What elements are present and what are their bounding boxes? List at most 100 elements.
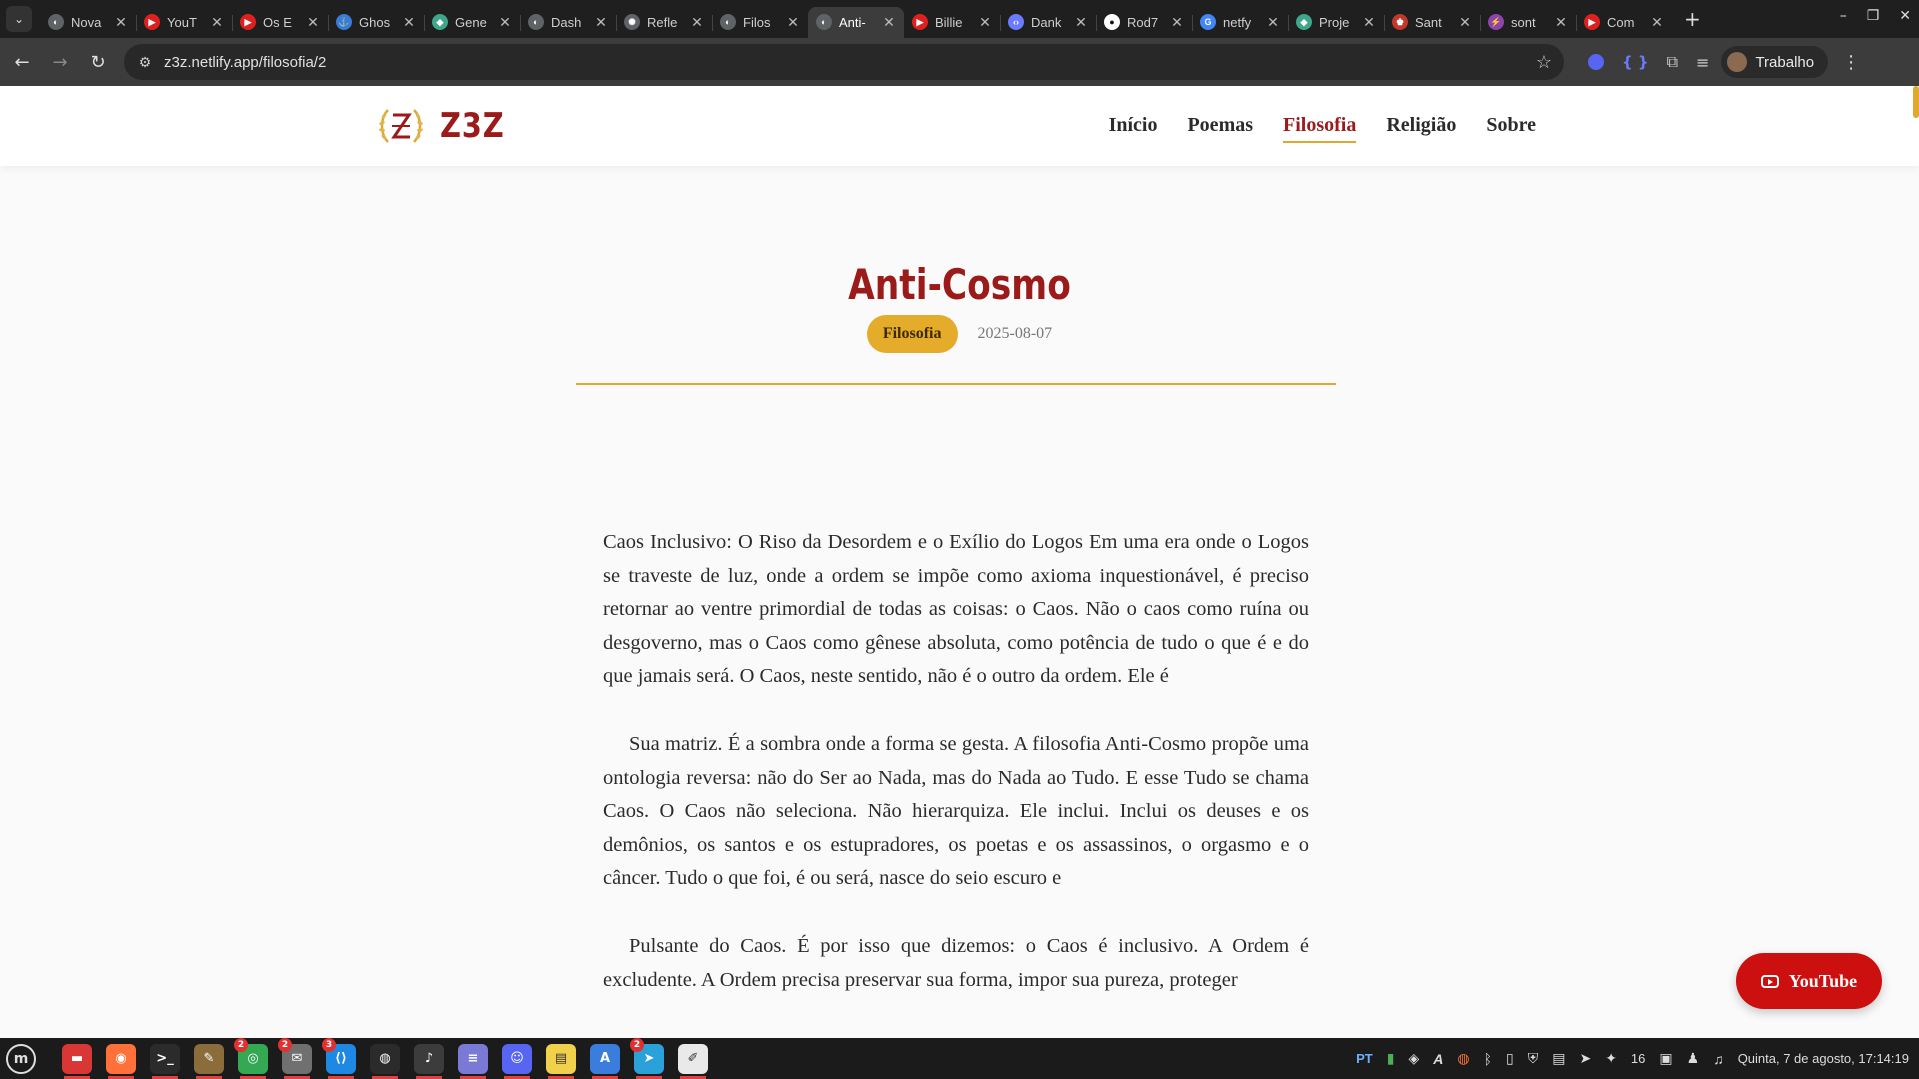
- tab-favicon-icon: ◐: [528, 14, 544, 30]
- taskbar-app-terminal-icon[interactable]: >_: [150, 1043, 180, 1079]
- tab-close-icon[interactable]: ✕: [306, 14, 320, 31]
- browser-tab[interactable]: ◐ Filos ✕: [712, 7, 808, 38]
- youtube-floating-button[interactable]: YouTube: [1736, 953, 1882, 1009]
- browser-tab[interactable]: ⚡ sont ✕: [1480, 7, 1576, 38]
- nav-link-0[interactable]: Início: [1109, 114, 1158, 143]
- tab-title: sont: [1511, 14, 1536, 30]
- tab-close-icon[interactable]: ✕: [882, 14, 896, 31]
- taskbar-app-obs-icon[interactable]: ◍: [370, 1043, 400, 1079]
- site-info-icon[interactable]: ⚙: [130, 54, 160, 71]
- reload-icon[interactable]: ↻: [82, 46, 114, 78]
- taskbar-app-discord-icon[interactable]: ☺: [502, 1043, 532, 1079]
- clock[interactable]: Quinta, 7 de agosto, 17:14:19: [1738, 1051, 1909, 1066]
- lock-icon[interactable]: ▮: [1387, 1050, 1395, 1067]
- tab-close-icon[interactable]: ✕: [1266, 14, 1280, 31]
- taskbar-app-mail-icon[interactable]: ✉ 2: [278, 1037, 312, 1079]
- site-logo-text[interactable]: Z3Z: [440, 106, 505, 146]
- url-text[interactable]: z3z.netlify.app/filosofia/2: [164, 54, 326, 71]
- media-controls-icon[interactable]: ≡: [1696, 53, 1709, 72]
- nav-link-4[interactable]: Sobre: [1486, 114, 1536, 143]
- bluetooth-icon[interactable]: ᛒ: [1484, 1051, 1492, 1067]
- taskbar-app-audio-icon[interactable]: ♪: [414, 1043, 444, 1079]
- nav-link-1[interactable]: Poemas: [1187, 114, 1253, 143]
- tab-close-icon[interactable]: ✕: [1362, 14, 1376, 31]
- bell-icon[interactable]: ♟: [1687, 1050, 1700, 1067]
- taskbar-app-telegram-icon[interactable]: ➤ 2: [630, 1037, 664, 1079]
- taskbar-app-chrome-icon[interactable]: ◎ 2: [234, 1037, 268, 1079]
- browser-tab[interactable]: ◐ Anti- ✕: [808, 6, 904, 38]
- new-tab-icon[interactable]: +: [1684, 7, 1701, 31]
- tab-favicon-icon: ‹›: [1008, 14, 1024, 30]
- browser-tab[interactable]: ⚓ Ghos ✕: [328, 7, 424, 38]
- bookmark-star-icon[interactable]: ☆: [1536, 52, 1552, 73]
- notifications-icon[interactable]: ✦: [1605, 1050, 1617, 1067]
- tab-close-icon[interactable]: ✕: [402, 14, 416, 31]
- browser-menu-icon[interactable]: ⋮: [1842, 52, 1860, 73]
- browser-tab[interactable]: ▶ Os E ✕: [232, 7, 328, 38]
- tab-close-icon[interactable]: ✕: [1650, 14, 1664, 31]
- flame-icon[interactable]: ◍: [1457, 1050, 1469, 1067]
- tab-close-icon[interactable]: ✕: [594, 14, 608, 31]
- site-logo[interactable]: Z3Z: [376, 102, 516, 150]
- browser-tab[interactable]: ‹› Dank ✕: [1000, 7, 1096, 38]
- tab-close-icon[interactable]: ✕: [1554, 14, 1568, 31]
- browser-tab[interactable]: ✺ Refle ✕: [616, 7, 712, 38]
- taskbar-app-sticky-icon[interactable]: ▤: [546, 1043, 576, 1079]
- browser-tab[interactable]: ● Rod7 ✕: [1096, 7, 1192, 38]
- browser-tab[interactable]: ▶ Com ✕: [1576, 7, 1672, 38]
- music-icon[interactable]: ♫: [1713, 1051, 1724, 1067]
- taskbar-app-fonts-icon[interactable]: A: [590, 1043, 620, 1079]
- discord-extension-icon[interactable]: [1588, 54, 1604, 70]
- tab-close-icon[interactable]: ✕: [1170, 14, 1184, 31]
- browser-tab[interactable]: ◐ Nova ✕: [40, 7, 136, 38]
- tab-search-dropdown-icon[interactable]: ⌄: [6, 6, 32, 32]
- tab-close-icon[interactable]: ✕: [786, 14, 800, 31]
- tab-close-icon[interactable]: ✕: [114, 14, 128, 31]
- tab-close-icon[interactable]: ✕: [978, 14, 992, 31]
- minimize-icon[interactable]: –: [1840, 8, 1847, 24]
- category-badge[interactable]: Filosofia: [866, 315, 958, 353]
- tab-close-icon[interactable]: ✕: [210, 14, 224, 31]
- address-bar[interactable]: ⚙ z3z.netlify.app/filosofia/2 ☆: [124, 44, 1564, 80]
- notes-icon[interactable]: ▤: [1552, 1050, 1565, 1067]
- profile-button[interactable]: Trabalho: [1721, 46, 1829, 78]
- tab-title: Anti-: [839, 14, 866, 30]
- browser-tab[interactable]: ▶ Billie ✕: [904, 7, 1000, 38]
- battery-icon[interactable]: ▣: [1659, 1050, 1672, 1067]
- taskbar-app-editor-icon[interactable]: ✐: [678, 1043, 708, 1079]
- taskbar-app-files-icon[interactable]: ▬: [62, 1043, 92, 1079]
- taskbar-app-vscode-icon[interactable]: ⟨⟩ 3: [322, 1037, 356, 1079]
- tab-close-icon[interactable]: ✕: [690, 14, 704, 31]
- nav-link-3[interactable]: Religião: [1386, 114, 1456, 143]
- extensions-area: { } ⧉ ≡: [1588, 52, 1709, 72]
- scrollbar-thumb[interactable]: [1913, 86, 1919, 118]
- app-glyph: ▬: [70, 1051, 84, 1066]
- clipboard-icon[interactable]: ▯: [1506, 1050, 1514, 1067]
- browser-tab[interactable]: ◆ Proje ✕: [1288, 7, 1384, 38]
- telegram-tray-icon[interactable]: ➤: [1579, 1050, 1591, 1067]
- close-window-icon[interactable]: ✕: [1899, 8, 1911, 24]
- nav-link-2[interactable]: Filosofia: [1283, 114, 1357, 143]
- extensions-puzzle-icon[interactable]: ⧉: [1667, 52, 1678, 72]
- shield-icon[interactable]: ⛨: [1528, 1050, 1539, 1067]
- tab-close-icon[interactable]: ✕: [498, 14, 512, 31]
- title-divider: [576, 383, 1336, 385]
- gamepad-icon[interactable]: ◈: [1408, 1050, 1419, 1067]
- tab-close-icon[interactable]: ✕: [1458, 14, 1472, 31]
- browser-tab[interactable]: ▶ YouT ✕: [136, 7, 232, 38]
- tab-close-icon[interactable]: ✕: [1074, 14, 1088, 31]
- taskbar-app-notes-icon[interactable]: ≡: [458, 1043, 488, 1079]
- browser-tab[interactable]: ♚ Sant ✕: [1384, 7, 1480, 38]
- back-icon[interactable]: ←: [6, 46, 38, 78]
- taskbar-app-firefox-icon[interactable]: ◉: [106, 1043, 136, 1079]
- browser-tab[interactable]: ◐ Dash ✕: [520, 7, 616, 38]
- browser-tab[interactable]: ◆ Gene ✕: [424, 7, 520, 38]
- start-menu-icon[interactable]: m: [6, 1043, 36, 1074]
- maximize-icon[interactable]: ❐: [1867, 8, 1880, 24]
- taskbar-app-gimp-icon[interactable]: ✎: [194, 1043, 224, 1079]
- forward-icon[interactable]: →: [44, 46, 76, 78]
- devtools-extension-icon[interactable]: { }: [1622, 53, 1649, 71]
- font-icon[interactable]: A: [1433, 1051, 1443, 1067]
- browser-tab[interactable]: Gnetfy ✕: [1192, 7, 1288, 38]
- keyboard-layout[interactable]: PT: [1356, 1051, 1373, 1066]
